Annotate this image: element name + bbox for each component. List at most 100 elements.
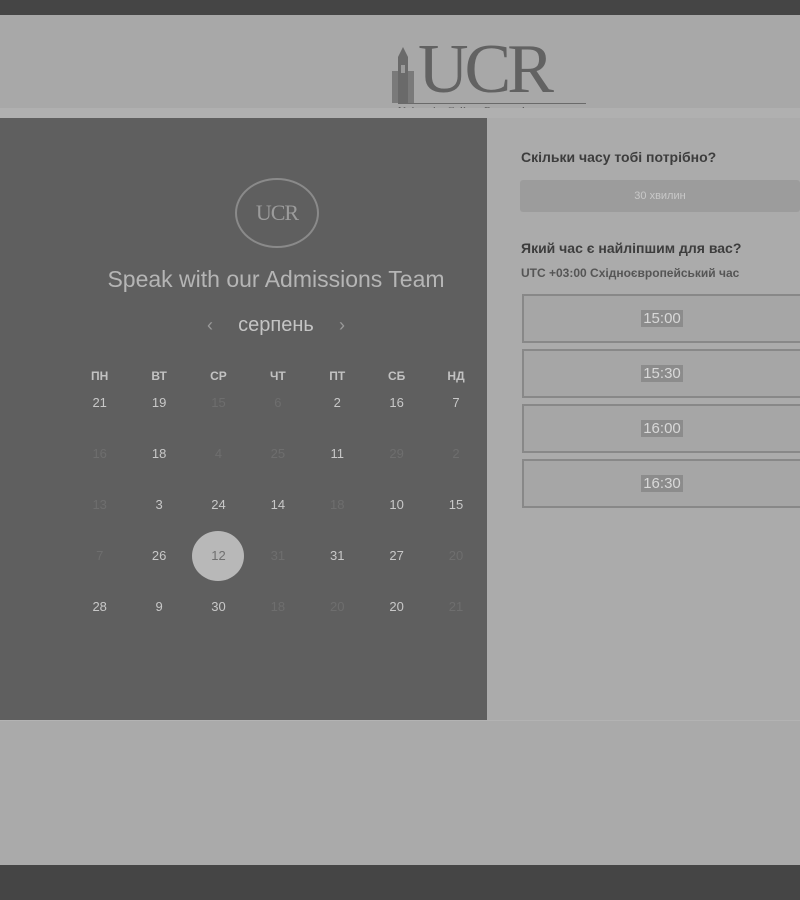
calendar-day: 18: [308, 491, 367, 542]
weekday-label: НД: [447, 369, 465, 383]
day-number: 20: [330, 599, 345, 614]
weekday-label: СР: [210, 369, 227, 383]
calendar-day: 6: [248, 389, 307, 440]
duration-question: Скільки часу тобі потрібно?: [521, 149, 717, 165]
day-number: 18: [270, 599, 286, 614]
day-number: 13: [92, 497, 107, 512]
time-slot-list: 15:00 15:30 16:00 16:30: [522, 294, 800, 514]
calendar-day[interactable]: 21: [70, 389, 129, 440]
day-number: 15: [211, 395, 226, 410]
time-slot-button[interactable]: 15:30: [522, 349, 800, 398]
day-number: 2: [452, 446, 460, 461]
logo-letters: UCR: [418, 31, 554, 108]
calendar-week-row: 13 3 24 14 18 10 15: [70, 491, 486, 542]
circle-logo-text: UCR: [255, 200, 299, 225]
day-number: 31: [330, 548, 345, 563]
calendar-day: 15: [189, 389, 248, 440]
calendar-week-row: 7 26 12 31 31 27 20: [70, 531, 486, 593]
calendar-day[interactable]: 31: [308, 542, 367, 593]
calendar-day[interactable]: 14: [248, 491, 307, 542]
time-slot-button[interactable]: 15:00: [522, 294, 800, 343]
day-number: 15: [448, 497, 464, 512]
calendar-day[interactable]: 16: [367, 389, 426, 440]
calendar-day[interactable]: 30: [189, 593, 248, 644]
calendar-day: 2: [426, 440, 485, 491]
calendar-day[interactable]: 28: [70, 593, 129, 644]
calendar-day: 4: [189, 440, 248, 491]
calendar-day: 21: [426, 593, 485, 644]
calendar-week-row: 16 18 4 25 11 29 2: [70, 440, 486, 491]
day-number: 30: [211, 599, 226, 614]
time-slot-button[interactable]: 16:00: [522, 404, 800, 453]
day-number: 16: [92, 446, 107, 461]
day-number: 27: [389, 548, 404, 563]
day-number: 18: [151, 446, 167, 461]
calendar-day[interactable]: 26: [129, 542, 188, 593]
month-navigation: ‹ серпень ›: [200, 310, 352, 340]
calendar-day: 31: [248, 542, 307, 593]
header: UCR University College Roosevelt: [0, 15, 800, 117]
circle-logo: UCR: [235, 178, 319, 248]
calendar-day[interactable]: 7: [426, 389, 485, 440]
calendar-day: 7: [70, 542, 129, 593]
day-number: 28: [92, 599, 107, 614]
day-number: 21: [448, 599, 464, 614]
weekday-label: ПН: [91, 369, 109, 383]
day-number: 7: [452, 395, 460, 410]
calendar-day: 20: [308, 593, 367, 644]
day-number: 10: [389, 497, 404, 512]
timezone-label[interactable]: UTC +03:00 Східноєвропейський час: [521, 266, 739, 280]
day-number: 16: [389, 395, 404, 410]
day-number: 25: [270, 446, 286, 461]
panel-title: Speak with our Admissions Team: [107, 266, 445, 292]
day-number: 20: [389, 599, 404, 614]
calendar-week-row: 28 9 30 18 20 20 21: [70, 593, 486, 644]
calendar-day[interactable]: 11: [308, 440, 367, 491]
calendar-day[interactable]: 15: [426, 491, 485, 542]
day-number: 26: [151, 548, 167, 563]
weekday-header-row: ПН ВТ СР ЧТ ПТ СБ НД: [70, 366, 486, 389]
chevron-left-icon[interactable]: ‹: [200, 315, 220, 336]
bottom-band: [0, 720, 800, 866]
selected-day[interactable]: 12: [189, 531, 248, 593]
calendar-day[interactable]: 27: [367, 542, 426, 593]
header-separator: [0, 108, 800, 118]
duration-select[interactable]: 30 хвилин: [520, 180, 800, 212]
calendar-day[interactable]: 18: [129, 440, 188, 491]
calendar-day[interactable]: 9: [129, 593, 188, 644]
day-number: 14: [270, 497, 286, 512]
calendar-day[interactable]: 2: [308, 389, 367, 440]
calendar-day[interactable]: 3: [129, 491, 188, 542]
calendar-day: 25: [248, 440, 307, 491]
day-number: 11: [330, 446, 345, 461]
weekday-label: ЧТ: [269, 369, 286, 383]
day-number: 4: [214, 446, 223, 461]
day-number: 19: [151, 395, 167, 410]
weekday-label: СБ: [388, 369, 406, 383]
time-question: Який час є найліпшим для вас?: [521, 240, 742, 256]
day-number: 21: [92, 395, 107, 410]
calendar-day: 13: [70, 491, 129, 542]
top-bar: [0, 0, 800, 15]
time-slot-button[interactable]: 16:30: [522, 459, 800, 508]
day-number: 29: [389, 446, 404, 461]
weekday-label: ВТ: [151, 369, 167, 383]
calendar-day[interactable]: 19: [129, 389, 188, 440]
calendar-day: 16: [70, 440, 129, 491]
calendar-day: 29: [367, 440, 426, 491]
day-number: 18: [330, 497, 345, 512]
chevron-right-icon[interactable]: ›: [332, 315, 352, 336]
calendar-grid: ПН ВТ СР ЧТ ПТ СБ НД 21 19 15 6 2 16 7 16 18 4 25 11 29 2 13 3…: [70, 366, 486, 644]
calendar-week-row: 21 19 15 6 2 16 7: [70, 389, 486, 440]
day-number: 20: [448, 548, 464, 563]
day-number: 24: [211, 497, 226, 512]
calendar-day[interactable]: 20: [367, 593, 426, 644]
weekday-label: ПТ: [329, 369, 346, 383]
month-label: серпень: [238, 313, 314, 336]
day-number: 3: [155, 497, 163, 512]
calendar-day: 20: [426, 542, 485, 593]
calendar-day[interactable]: 10: [367, 491, 426, 542]
day-number: 2: [333, 395, 341, 410]
footer-bar: [0, 865, 800, 900]
tower-icon: [392, 47, 414, 103]
